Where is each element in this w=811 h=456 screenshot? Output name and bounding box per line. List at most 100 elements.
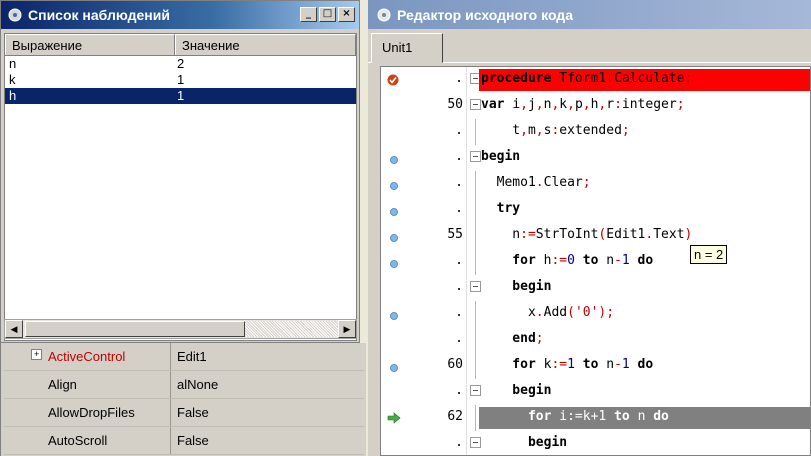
line-number: 60 bbox=[447, 357, 463, 372]
object-inspector: + ActiveControl Edit1 Align alNone AllowDropF… bbox=[0, 343, 366, 456]
fold-toggle-icon[interactable] bbox=[470, 385, 481, 396]
horizontal-scrollbar[interactable]: ◀ ▶ bbox=[4, 319, 357, 339]
code-line[interactable]: . x.Add('0'); bbox=[381, 301, 810, 327]
code-token: Memo1 bbox=[481, 175, 536, 190]
watch-expression: n bbox=[9, 56, 17, 71]
code-line[interactable]: 62 for i:=k+1 to n do bbox=[381, 405, 810, 431]
code-token: '0' bbox=[574, 305, 599, 320]
code-line[interactable]: 50 var i,j,n,k,p,h,r:integer; bbox=[381, 93, 810, 119]
code-line[interactable]: . begin bbox=[381, 275, 810, 301]
tab-unit1[interactable]: Unit1 bbox=[371, 33, 443, 63]
expand-plus-icon[interactable]: + bbox=[31, 349, 42, 360]
fold-toggle-icon[interactable] bbox=[470, 99, 481, 110]
code-token: ; bbox=[621, 123, 630, 138]
property-row[interactable]: Align alNone bbox=[4, 371, 364, 399]
line-number: . bbox=[455, 279, 463, 294]
fold-toggle-icon[interactable] bbox=[470, 151, 481, 162]
editor-title: Редактор исходного кода bbox=[397, 6, 573, 23]
executable-line-dot-icon[interactable] bbox=[389, 257, 399, 268]
property-value[interactable]: alNone bbox=[171, 371, 364, 398]
code-token: to bbox=[606, 409, 638, 424]
execution-line-highlight: for i:=k+1 to n do bbox=[479, 407, 810, 429]
property-row[interactable]: AutoScroll False bbox=[4, 427, 364, 455]
code-token: begin bbox=[481, 149, 521, 164]
code-token: var bbox=[481, 97, 513, 112]
column-header-value[interactable]: Значение bbox=[175, 34, 356, 55]
property-value[interactable]: Edit1 bbox=[171, 343, 364, 370]
code-line[interactable]: . end; bbox=[381, 327, 810, 353]
executable-line-dot-icon[interactable] bbox=[389, 205, 399, 216]
code-line[interactable]: . begin bbox=[381, 145, 810, 171]
code-text: try bbox=[481, 201, 521, 216]
executable-line-dot-icon[interactable] bbox=[389, 361, 399, 372]
code-token: , bbox=[520, 123, 528, 138]
line-number: . bbox=[455, 201, 463, 216]
code-text: begin bbox=[481, 149, 520, 164]
code-line[interactable]: . procedure Tform1.Calculate; bbox=[381, 67, 810, 93]
code-token: . bbox=[535, 305, 544, 320]
code-text: procedure Tform1.Calculate; bbox=[481, 71, 692, 86]
code-line[interactable]: . Memo1.Clear; bbox=[381, 171, 810, 197]
code-token: n bbox=[606, 253, 615, 268]
code-token: ); bbox=[598, 305, 615, 320]
code-token: begin bbox=[481, 279, 552, 294]
code-token: . bbox=[535, 175, 544, 190]
watch-title-bar[interactable]: Список наблюдений _ □ × bbox=[1, 1, 359, 29]
fold-toggle-icon[interactable] bbox=[470, 281, 481, 292]
editor-title-bar[interactable]: Редактор исходного кода bbox=[368, 0, 811, 29]
executable-line-dot-icon[interactable] bbox=[389, 179, 399, 190]
code-token: ; bbox=[582, 175, 591, 190]
watch-row[interactable]: k1 bbox=[5, 72, 356, 88]
watch-row[interactable]: n2 bbox=[5, 56, 356, 72]
watch-row[interactable]: h1 bbox=[5, 88, 356, 104]
executable-line-dot-icon[interactable] bbox=[389, 309, 399, 320]
fold-guide-line bbox=[475, 171, 476, 197]
property-name: AutoScroll bbox=[4, 427, 171, 454]
breakpoint-check-icon[interactable] bbox=[387, 74, 399, 86]
code-token: 1 bbox=[567, 357, 575, 372]
code-token: 1 bbox=[621, 357, 630, 372]
code-token: try bbox=[481, 201, 521, 216]
scroll-left-arrow-icon[interactable]: ◀ bbox=[5, 320, 23, 338]
code-line[interactable]: . begin bbox=[381, 431, 810, 455]
code-token: ; bbox=[676, 97, 685, 112]
line-number: . bbox=[455, 123, 463, 138]
column-header-expression[interactable]: Выражение bbox=[5, 34, 175, 55]
minimize-button[interactable]: _ bbox=[300, 7, 317, 22]
scroll-thumb[interactable] bbox=[25, 321, 245, 337]
property-name: Align bbox=[4, 371, 171, 398]
code-area[interactable]: . procedure Tform1.Calculate; 50 var i,j,n,… bbox=[380, 66, 811, 456]
execution-point-arrow-icon bbox=[387, 412, 401, 424]
code-line[interactable]: . t,m,s:extended; bbox=[381, 119, 810, 145]
close-button[interactable]: × bbox=[338, 7, 355, 22]
code-token: k bbox=[582, 409, 591, 424]
watch-list-window: Список наблюдений _ □ × Выражение Значен… bbox=[0, 0, 360, 343]
code-line[interactable]: . for h:=0 to n-1 do bbox=[381, 249, 810, 275]
code-text: for k:=1 to n-1 do bbox=[481, 357, 653, 372]
code-token: i bbox=[512, 97, 521, 112]
property-row[interactable]: + ActiveControl Edit1 bbox=[4, 343, 364, 371]
property-value[interactable]: False bbox=[171, 399, 364, 426]
scroll-right-arrow-icon[interactable]: ▶ bbox=[338, 320, 356, 338]
line-number: . bbox=[455, 71, 463, 86]
line-number: . bbox=[455, 435, 463, 450]
code-text: for h:=0 to n-1 do bbox=[481, 253, 653, 268]
property-value[interactable]: False bbox=[171, 427, 364, 454]
property-row[interactable]: AllowDropFiles False bbox=[4, 399, 364, 427]
code-text: x.Add('0'); bbox=[481, 305, 614, 320]
code-line[interactable]: 55 n:=StrToInt(Edit1.Text) bbox=[381, 223, 810, 249]
fold-guide-line bbox=[475, 197, 476, 223]
executable-line-dot-icon[interactable] bbox=[389, 231, 399, 242]
property-name: AllowDropFiles bbox=[4, 399, 171, 426]
code-line[interactable]: . try bbox=[381, 197, 810, 223]
code-text: begin bbox=[481, 383, 551, 398]
maximize-button[interactable]: □ bbox=[319, 7, 336, 22]
executable-line-dot-icon[interactable] bbox=[389, 153, 399, 164]
scroll-track[interactable] bbox=[245, 321, 338, 337]
code-token: do bbox=[645, 409, 669, 424]
fold-toggle-icon[interactable] bbox=[470, 437, 481, 448]
code-line[interactable]: . begin bbox=[381, 379, 810, 405]
code-line[interactable]: 60 for k:=1 to n-1 do bbox=[381, 353, 810, 379]
code-text: for i:=k+1 to n do bbox=[481, 409, 669, 424]
watch-value: 1 bbox=[177, 88, 185, 103]
